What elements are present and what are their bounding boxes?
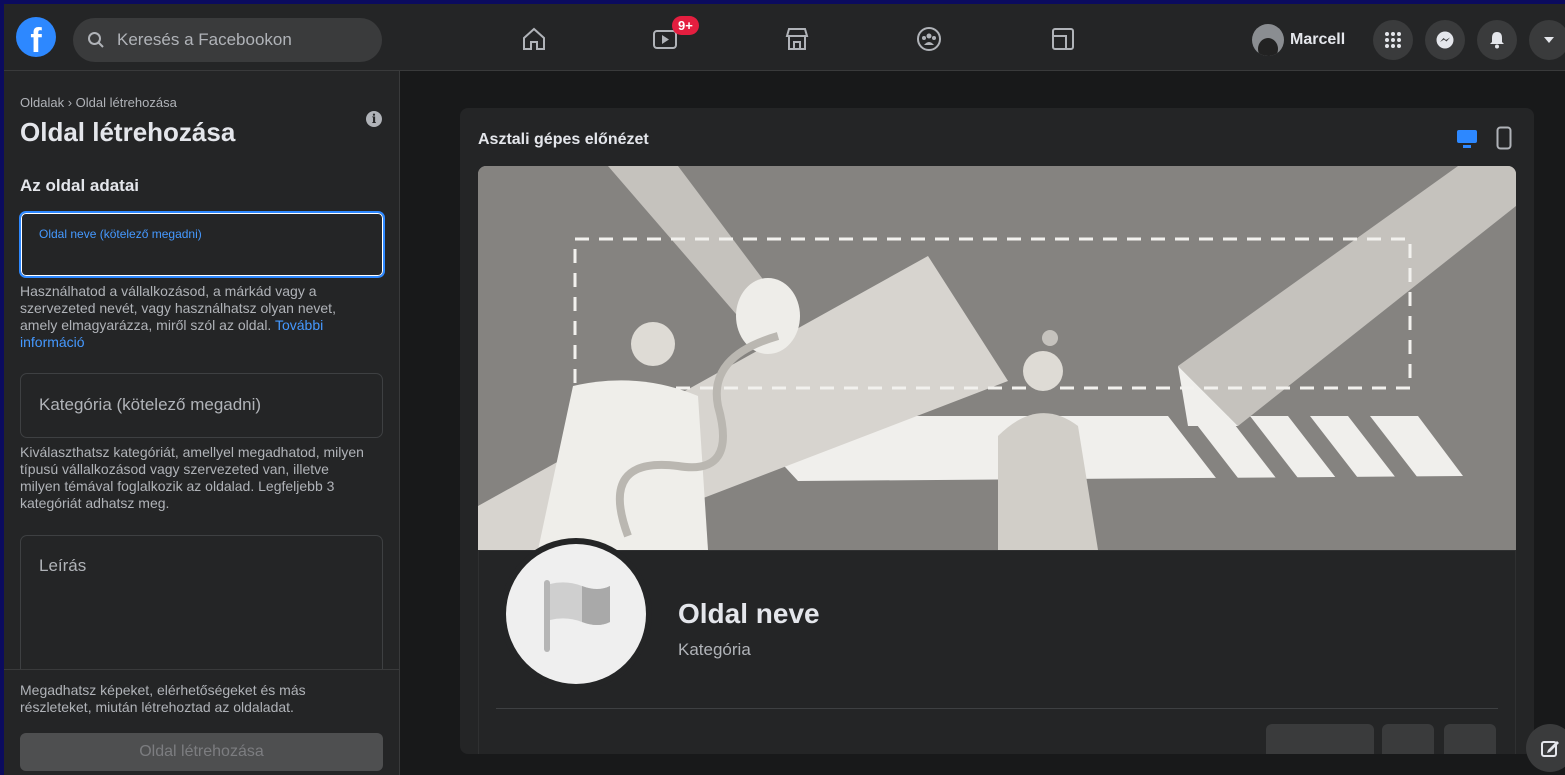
grid-menu-icon	[1385, 32, 1401, 48]
compose-icon	[1541, 741, 1559, 757]
section-title: Az oldal adatai	[20, 176, 140, 195]
preview-page-category: Kategória	[678, 640, 751, 659]
cover-photo	[478, 166, 1516, 550]
profile-picture	[500, 538, 652, 690]
breadcrumb: Oldalak › Oldal létrehozása	[20, 95, 177, 110]
new-message-button[interactable]	[1526, 724, 1565, 772]
page-name-label: Oldal neve (kötelező megadni)	[39, 227, 202, 241]
bell-icon	[1490, 32, 1504, 49]
description-field[interactable]: Leírás	[20, 535, 383, 670]
footer-help: Megadhatsz képeket, elérhetőségeket és m…	[20, 682, 306, 715]
create-page-button[interactable]: Oldal létrehozása	[20, 733, 383, 771]
avatar	[1252, 24, 1284, 56]
search-icon	[88, 32, 104, 48]
messenger-button[interactable]	[1425, 20, 1465, 60]
app-window: f Keresés a Facebookon 9+ Marcell Oldala…	[4, 4, 1565, 775]
desktop-preview-panel: Asztali gépes előnézet Oldal neve Kategó…	[460, 108, 1534, 754]
category-help: Kiválaszthatsz kategóriát, amellyel mega…	[20, 444, 364, 511]
facebook-logo[interactable]: f	[16, 17, 56, 57]
page-name-help: Használhatod a vállalkozásod, a márkád v…	[20, 283, 370, 351]
create-page-sidebar: Oldalak › Oldal létrehozása Oldal létreh…	[4, 71, 400, 775]
flag-icon	[544, 580, 610, 652]
caret-down-icon	[1544, 37, 1554, 43]
top-navigation-bar: f Keresés a Facebookon 9+ Marcell	[4, 4, 1565, 71]
profile-name: Marcell	[1290, 31, 1346, 48]
search-input[interactable]: Keresés a Facebookon	[73, 18, 382, 62]
desktop-icon[interactable]	[1456, 129, 1478, 149]
notifications-button[interactable]	[1477, 20, 1517, 60]
preview-search-button	[1382, 724, 1434, 754]
preview-title: Asztali gépes előnézet	[478, 131, 649, 148]
divider	[4, 669, 399, 670]
profile-shortcut[interactable]: Marcell	[1252, 22, 1345, 58]
page-name-field[interactable]: Oldal neve (kötelező megadni)	[19, 211, 385, 278]
mobile-icon[interactable]	[1496, 126, 1512, 150]
search-placeholder: Keresés a Facebookon	[117, 30, 292, 49]
page-title: Oldal létrehozása	[20, 117, 236, 147]
description-placeholder: Leírás	[39, 556, 87, 575]
cover-illustration	[478, 166, 1516, 550]
watch-notification-badge: 9+	[672, 16, 699, 35]
home-icon[interactable]	[521, 26, 547, 52]
account-button[interactable]	[1529, 20, 1565, 60]
messenger-icon	[1436, 31, 1454, 49]
category-placeholder: Kategória (kötelező megadni)	[39, 395, 262, 414]
info-icon[interactable]: i	[366, 111, 382, 127]
preview-more-button	[1444, 724, 1496, 754]
groups-icon[interactable]	[916, 26, 942, 52]
preview-action-button	[1266, 724, 1374, 754]
marketplace-icon[interactable]	[784, 26, 810, 52]
gaming-icon[interactable]	[1050, 26, 1076, 52]
preview-page-name: Oldal neve	[678, 598, 820, 629]
divider	[496, 708, 1498, 709]
category-field[interactable]: Kategória (kötelező megadni)	[20, 373, 383, 438]
menu-button[interactable]	[1373, 20, 1413, 60]
